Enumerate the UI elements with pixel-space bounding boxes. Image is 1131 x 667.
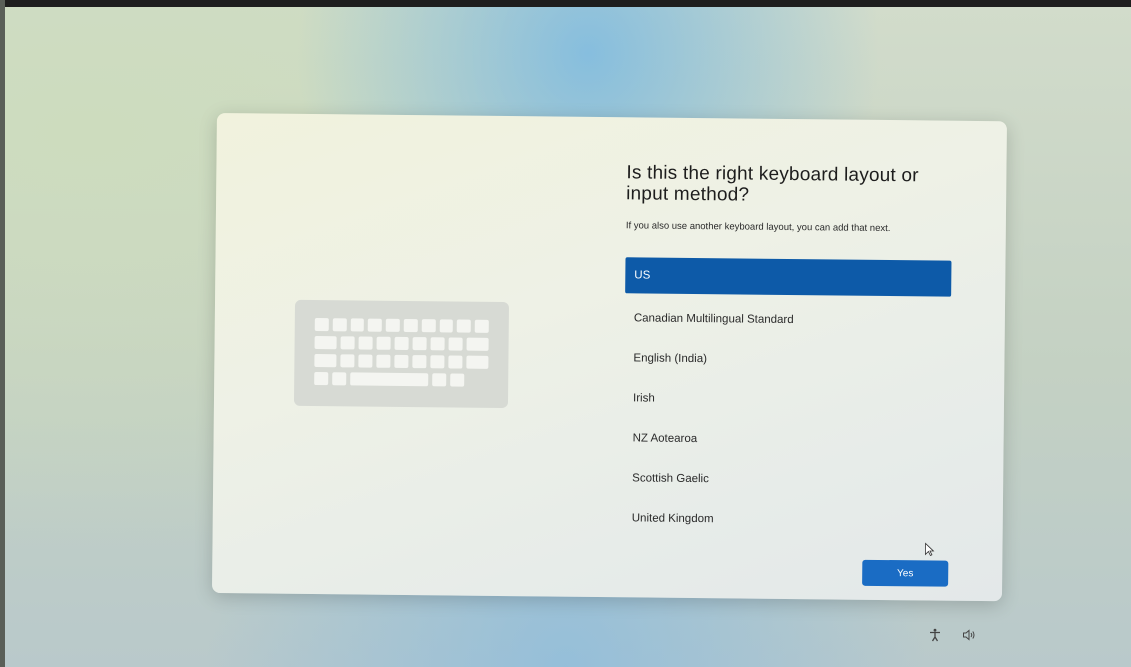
yes-button[interactable]: Yes [862, 559, 949, 587]
volume-icon[interactable] [962, 628, 976, 642]
mouse-cursor-icon [925, 542, 935, 557]
monitor-bezel-left [0, 0, 5, 667]
keyboard-icon [293, 299, 510, 409]
page-subtitle: If you also use another keyboard layout,… [625, 220, 891, 235]
keyboard-layout-list: US Canadian Multilingual Standard Englis… [623, 257, 952, 542]
layout-item-us[interactable]: US [625, 257, 952, 297]
layout-item-english-india[interactable]: English (India) [624, 339, 950, 380]
layout-item-irish[interactable]: Irish [624, 379, 950, 420]
accessibility-icon[interactable] [928, 628, 942, 642]
oobe-keyboard-dialog: Is this the right keyboard layout or inp… [211, 113, 1007, 602]
monitor-bezel-top [0, 0, 1131, 7]
layout-item-canadian-multilingual[interactable]: Canadian Multilingual Standard [625, 299, 951, 340]
layout-item-scottish-gaelic[interactable]: Scottish Gaelic [623, 459, 949, 500]
system-tray [928, 628, 976, 642]
layout-item-united-kingdom[interactable]: United Kingdom [623, 499, 949, 540]
layout-item-nz-aotearoa[interactable]: NZ Aotearoa [623, 419, 949, 460]
page-title: Is this the right keyboard layout or inp… [626, 162, 919, 206]
